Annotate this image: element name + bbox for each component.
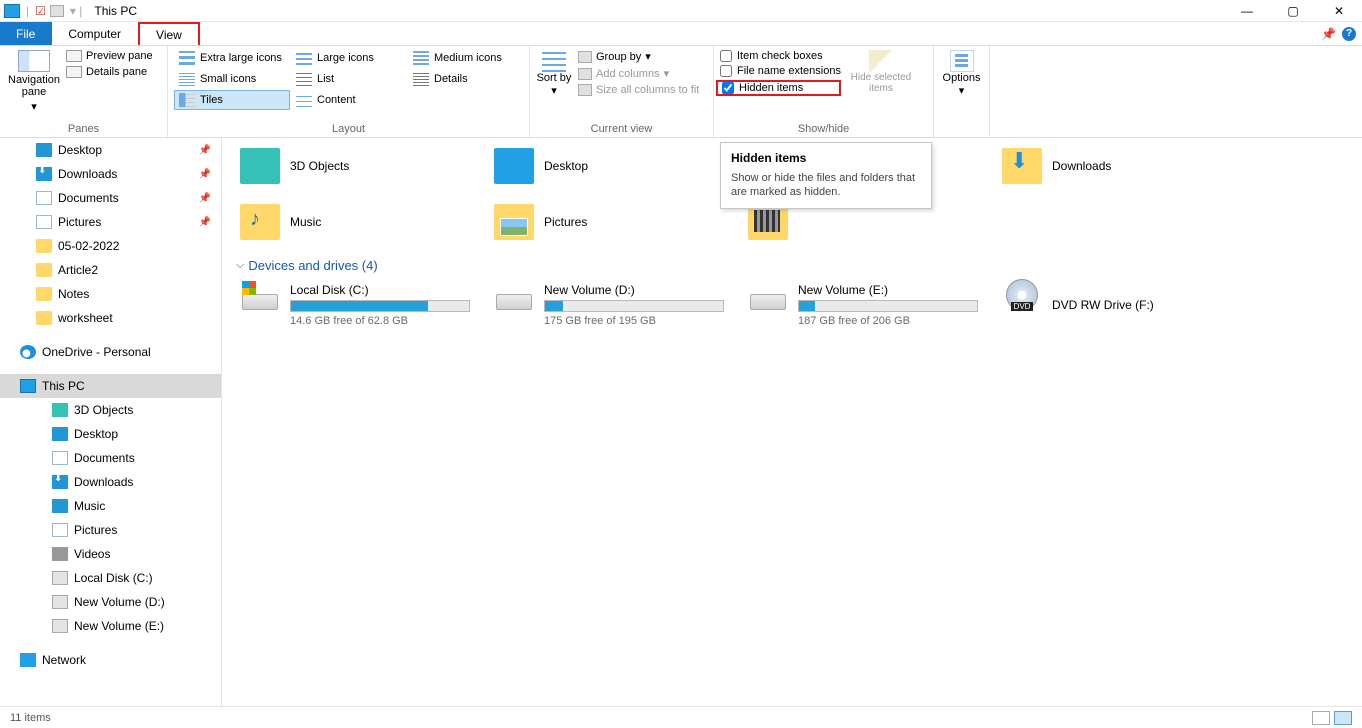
folder-downloads[interactable]: Downloads (1002, 138, 1256, 194)
nav-documents[interactable]: Documents📌 (0, 186, 221, 210)
nav-onedrive[interactable]: OneDrive - Personal (0, 340, 221, 364)
qat-save-icon[interactable]: ☑ (35, 4, 46, 18)
help-icon[interactable]: ? (1342, 27, 1356, 41)
content-pane[interactable]: 3D Objects Desktop Downloads Music Pictu… (222, 138, 1362, 706)
size-columns-button: Size all columns to fit (578, 84, 699, 96)
group-label-panes: Panes (6, 121, 161, 137)
sort-by-button[interactable]: Sort by▾ (536, 48, 572, 97)
layout-medium[interactable]: Medium icons (408, 48, 524, 68)
sort-icon (542, 50, 566, 72)
app-icon (4, 4, 20, 18)
folder-pictures[interactable]: Pictures (494, 194, 748, 250)
nav-d-drive[interactable]: New Volume (D:) (0, 590, 221, 614)
layout-small[interactable]: Small icons (174, 69, 290, 89)
hide-selected-button: Hide selected items (849, 48, 913, 94)
folder-3d-objects[interactable]: 3D Objects (240, 138, 494, 194)
drive-e[interactable]: New Volume (E:) 187 GB free of 206 GB (748, 277, 1002, 333)
maximize-button[interactable]: ▢ (1270, 0, 1316, 22)
nav-folder-article2[interactable]: Article2 (0, 258, 221, 282)
drive-f[interactable]: DVD RW Drive (F:) (1002, 277, 1256, 333)
group-label-currentview: Current view (536, 121, 707, 137)
nav-pictures[interactable]: Pictures📌 (0, 210, 221, 234)
nav-videos[interactable]: Videos (0, 542, 221, 566)
status-bar: 11 items (0, 706, 1362, 728)
ribbon-tabs: File Computer View 📌 ? (0, 22, 1362, 46)
preview-pane-button[interactable]: Preview pane (66, 50, 153, 62)
group-by-button[interactable]: Group by▾ (578, 50, 699, 63)
nav-folder-notes[interactable]: Notes (0, 282, 221, 306)
window-title: This PC (88, 4, 137, 18)
drive-d[interactable]: New Volume (D:) 175 GB free of 195 GB (494, 277, 748, 333)
nav-pane-icon (18, 50, 50, 72)
titlebar: | ☑ ▾ | This PC — ▢ ✕ (0, 0, 1362, 22)
hidden-items-tooltip: Hidden items Show or hide the files and … (720, 142, 932, 209)
layout-extra-large[interactable]: Extra large icons (174, 48, 290, 68)
layout-large[interactable]: Large icons (291, 48, 407, 68)
nav-3d-objects[interactable]: 3D Objects (0, 398, 221, 422)
file-ext-toggle[interactable]: File name extensions (720, 65, 841, 77)
pin-ribbon-icon[interactable]: 📌 (1321, 27, 1336, 41)
nav-desktop-pc[interactable]: Desktop (0, 422, 221, 446)
details-pane-button[interactable]: Details pane (66, 66, 153, 78)
nav-desktop[interactable]: Desktop📌 (0, 138, 221, 162)
nav-c-drive[interactable]: Local Disk (C:) (0, 566, 221, 590)
nav-downloads-pc[interactable]: Downloads (0, 470, 221, 494)
hidden-items-toggle[interactable]: Hidden items (716, 80, 841, 96)
nav-downloads[interactable]: Downloads📌 (0, 162, 221, 186)
nav-documents-pc[interactable]: Documents (0, 446, 221, 470)
layout-tiles[interactable]: Tiles (174, 90, 290, 110)
tooltip-body: Show or hide the files and folders that … (731, 171, 921, 200)
layout-list[interactable]: List (291, 69, 407, 89)
nav-pane-button[interactable]: Navigation pane ▾ (6, 48, 62, 121)
nav-folder-0502[interactable]: 05-02-2022 (0, 234, 221, 258)
view-details-icon[interactable] (1312, 711, 1330, 725)
tab-file[interactable]: File (0, 22, 52, 45)
view-tiles-icon[interactable] (1334, 711, 1352, 725)
layout-details[interactable]: Details (408, 69, 524, 89)
add-columns-button: Add columns▾ (578, 67, 699, 80)
qat-doc-icon[interactable] (50, 5, 64, 17)
nav-this-pc[interactable]: This PC (0, 374, 221, 398)
folder-desktop[interactable]: Desktop (494, 138, 748, 194)
tooltip-title: Hidden items (731, 151, 921, 165)
folder-music[interactable]: Music (240, 194, 494, 250)
status-item-count: 11 items (10, 712, 51, 724)
devices-header[interactable]: Devices and drives (4) (222, 250, 1362, 277)
minimize-button[interactable]: — (1224, 0, 1270, 22)
tab-computer[interactable]: Computer (52, 22, 138, 45)
group-label-showhide: Show/hide (720, 121, 927, 137)
nav-music[interactable]: Music (0, 494, 221, 518)
ribbon: Navigation pane ▾ Preview pane Details p… (0, 46, 1362, 138)
group-label-layout: Layout (174, 121, 523, 137)
hide-selected-icon (869, 50, 893, 72)
nav-folder-worksheet[interactable]: worksheet (0, 306, 221, 330)
close-button[interactable]: ✕ (1316, 0, 1362, 22)
nav-pictures-pc[interactable]: Pictures (0, 518, 221, 542)
options-icon (950, 50, 974, 72)
tab-view[interactable]: View (138, 22, 200, 45)
nav-network[interactable]: Network (0, 648, 221, 672)
nav-e-drive[interactable]: New Volume (E:) (0, 614, 221, 638)
options-button[interactable]: Options▾ (940, 48, 983, 121)
drive-c[interactable]: Local Disk (C:) 14.6 GB free of 62.8 GB (240, 277, 494, 333)
layout-content[interactable]: Content (291, 90, 407, 110)
nav-tree[interactable]: Desktop📌 Downloads📌 Documents📌 Pictures📌… (0, 138, 222, 706)
item-check-boxes-toggle[interactable]: Item check boxes (720, 50, 841, 62)
